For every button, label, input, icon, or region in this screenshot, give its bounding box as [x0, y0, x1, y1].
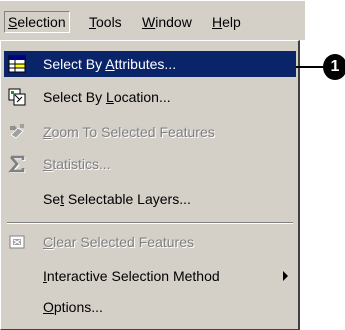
menu-window[interactable]: Window	[138, 12, 196, 32]
menu-item-options[interactable]: Options...	[4, 294, 296, 320]
menu-item-zoom-to-selected[interactable]: Zoom To Selected Features	[4, 119, 296, 145]
menu-item-clear-selected-features[interactable]: Clear Selected Features	[4, 229, 296, 255]
select-by-attributes-icon	[8, 55, 26, 73]
menu-item-statistics[interactable]: Statistics...	[4, 151, 296, 177]
menu-item-select-by-location[interactable]: Select By Location...	[4, 84, 296, 110]
menu-item-select-by-attributes[interactable]: Select By Attributes...	[4, 51, 296, 77]
statistics-sigma-icon	[8, 155, 26, 174]
zoom-to-selected-icon	[8, 123, 26, 141]
menu-item-set-selectable-layers[interactable]: Set Selectable Layers...	[4, 186, 296, 212]
selection-dropdown-menu: Select By Attributes... Select By Locati…	[0, 40, 300, 330]
menu-help[interactable]: Help	[208, 12, 245, 32]
menu-item-interactive-selection-method[interactable]: Interactive Selection Method	[4, 263, 296, 289]
menu-bar: Selection Tools Window Help	[0, 0, 305, 40]
select-by-location-icon	[8, 88, 26, 106]
menu-tools[interactable]: Tools	[85, 12, 126, 32]
menu-selection[interactable]: Selection	[4, 11, 70, 33]
clear-selection-icon	[8, 233, 26, 251]
callout-number-badge: 1	[323, 54, 345, 80]
menu-separator	[7, 222, 293, 224]
submenu-arrow-icon	[283, 271, 288, 281]
